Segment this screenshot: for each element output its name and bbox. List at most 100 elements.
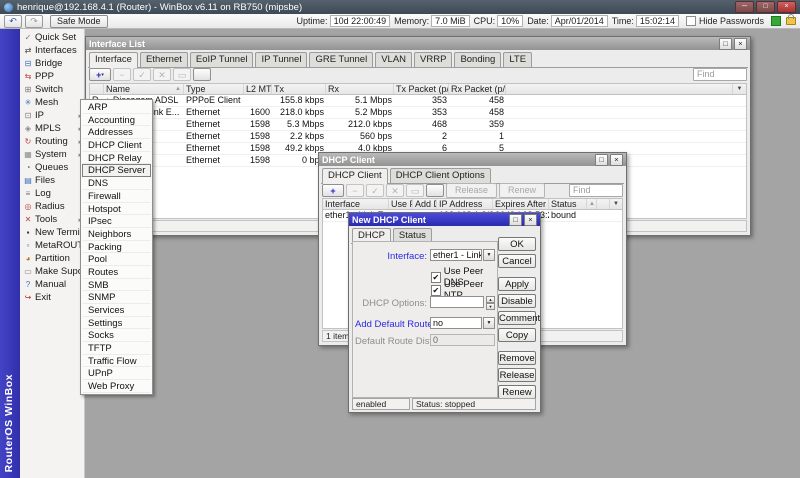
interface-list-tab[interactable]: GRE Tunnel [309,52,373,67]
add-default-route-select[interactable]: no [430,317,482,329]
dialog-button[interactable]: OK [498,237,536,251]
column-rx-packet[interactable]: Rx Packet (p/s) [449,84,506,94]
close-icon[interactable]: × [610,154,623,166]
close-icon[interactable]: × [734,38,747,50]
redo-icon[interactable]: ↷ [25,15,43,28]
column-flag[interactable] [90,84,104,94]
interface-row[interactable]: Ethernet 1598 2.2 kbps 560 bps 2 1 [90,131,746,143]
sidebar-item[interactable]: ⊡ IP ▸ [20,109,84,122]
ip-menu-item[interactable]: Pool [82,253,151,266]
ip-menu-item[interactable]: Routes [82,266,151,279]
dialog-button[interactable]: Release [498,368,536,382]
dhcp-client-title-bar[interactable]: DHCP Client □ × [319,153,626,166]
interface-list-title-bar[interactable]: Interface List □ × [86,37,750,50]
enable-button[interactable]: ✓ [133,68,151,81]
sidebar-item[interactable]: ◎ Radius [20,200,84,213]
dialog-button[interactable]: Remove [498,351,536,365]
column-interface[interactable]: Interface [323,199,389,209]
sidebar-item[interactable]: ▤ Files [20,174,84,187]
ip-menu-item[interactable]: Accounting [82,114,151,127]
ip-menu-item[interactable]: SMB [82,279,151,292]
renew-button[interactable]: Renew [499,183,545,198]
ip-menu-item[interactable]: UPnP [82,367,151,380]
ip-menu-item[interactable]: IPsec [82,215,151,228]
sidebar-item[interactable]: ✕ Tools ▸ [20,213,84,226]
sidebar-item[interactable]: ✳ Mesh [20,96,84,109]
disable-button[interactable]: ✕ [153,68,171,81]
ip-menu-item[interactable]: Services [82,304,151,317]
column-use-peer[interactable]: Use P... [389,199,413,209]
column-ip-address[interactable]: IP Address [437,199,493,209]
column-l2mtu[interactable]: L2 MTU [244,84,272,94]
dhcp-client-tab[interactable]: DHCP Client [322,168,388,184]
dialog-button[interactable]: Apply [498,277,536,291]
release-button[interactable]: Release [446,183,497,198]
ip-menu-item[interactable]: DHCP Server [82,164,151,177]
interface-row[interactable]: R ⇆Discagem ADSL PPPoE Client 155.8 kbps… [90,95,746,107]
safe-mode-button[interactable]: Safe Mode [50,15,108,28]
default-route-distance-input[interactable]: 0 [430,334,495,346]
dhcp-options-input[interactable] [430,296,484,308]
spin-up-icon[interactable]: ▲ [486,296,495,303]
disable-button[interactable]: ✕ [386,184,404,197]
ip-menu-item[interactable]: Firewall [82,190,151,203]
close-icon[interactable]: × [524,214,537,226]
column-name[interactable]: Name▲ [104,84,184,94]
dialog-title-bar[interactable]: New DHCP Client □ × [349,213,540,226]
add-default-route-dropdown-icon[interactable]: ▼ [483,317,495,329]
minimize-icon[interactable]: ─ [735,1,754,13]
comment-button[interactable]: ▭ [406,184,424,197]
maximize-icon[interactable]: □ [756,1,775,13]
spin-down-icon[interactable]: ▼ [486,303,495,310]
ip-menu-item[interactable]: ARP [82,101,151,114]
sidebar-item[interactable]: ▪ New Terminal [20,226,84,239]
ip-menu-item[interactable]: Hotspot [82,203,151,216]
add-button[interactable]: +▾ [89,68,111,81]
column-status[interactable]: Status [549,199,587,209]
ip-menu-item[interactable]: DHCP Client [82,139,151,152]
ip-menu-item[interactable]: Settings [82,317,151,330]
ip-menu-item[interactable]: DNS [82,177,151,190]
close-icon[interactable]: × [777,1,796,13]
sidebar-item[interactable]: ⇄ Interfaces [20,44,84,57]
sidebar-item[interactable]: ◈ MPLS ▸ [20,122,84,135]
remove-button[interactable]: − [113,68,131,81]
interface-dropdown-icon[interactable]: ▼ [483,249,495,261]
column-expires-after[interactable]: Expires After [493,199,549,209]
find-input[interactable]: Find [569,184,623,197]
restore-icon[interactable]: □ [719,38,732,50]
interface-select[interactable]: ether1 - Link Entrada [430,249,482,261]
ip-menu-item[interactable]: Packing [82,241,151,254]
interface-list-tab[interactable]: Interface [89,52,138,68]
column-add-default[interactable]: Add D... [413,199,437,209]
column-tx[interactable]: Tx [272,84,326,94]
ip-menu-item[interactable]: SNMP [82,291,151,304]
find-input[interactable]: Find [693,68,747,81]
restore-icon[interactable]: □ [595,154,608,166]
sidebar-item[interactable]: ◕ Partition [20,252,84,265]
sidebar-item[interactable]: ▦ System ▸ [20,148,84,161]
interface-list-tab[interactable]: Ethernet [140,52,188,67]
interface-list-tab[interactable]: VRRP [414,52,452,67]
sidebar-item[interactable]: ⊟ Bridge [20,57,84,70]
add-button[interactable]: + [322,184,344,197]
hide-passwords-checkbox[interactable] [686,16,696,26]
sidebar-item[interactable]: ↻ Routing ▸ [20,135,84,148]
filter-button[interactable] [426,184,444,197]
interface-list-tab[interactable]: IP Tunnel [255,52,307,67]
column-rx[interactable]: Rx [326,84,394,94]
restore-icon[interactable]: □ [509,214,522,226]
ip-menu-item[interactable]: Web Proxy [82,380,151,393]
use-peer-ntp-checkbox[interactable]: ✔ [431,285,441,296]
remove-button[interactable]: − [346,184,364,197]
sidebar-item[interactable]: ⊞ Switch [20,83,84,96]
interface-row[interactable]: R ❖ether1 - Link E... Ethernet 1600 218.… [90,107,746,119]
dialog-button[interactable]: Copy [498,328,536,342]
ip-menu-item[interactable]: Socks [82,329,151,342]
column-chooser-dropdown-icon[interactable]: ▼ [733,84,746,94]
column-tx-packet[interactable]: Tx Packet (p/s) [394,84,449,94]
sidebar-item[interactable]: ◔ Queues [20,161,84,174]
sidebar-item[interactable]: ▫ MetaROUTER [20,239,84,252]
dialog-button[interactable]: Disable [498,294,536,308]
interface-row[interactable]: Ethernet 1598 5.3 Mbps 212.0 kbps 468 35… [90,119,746,131]
